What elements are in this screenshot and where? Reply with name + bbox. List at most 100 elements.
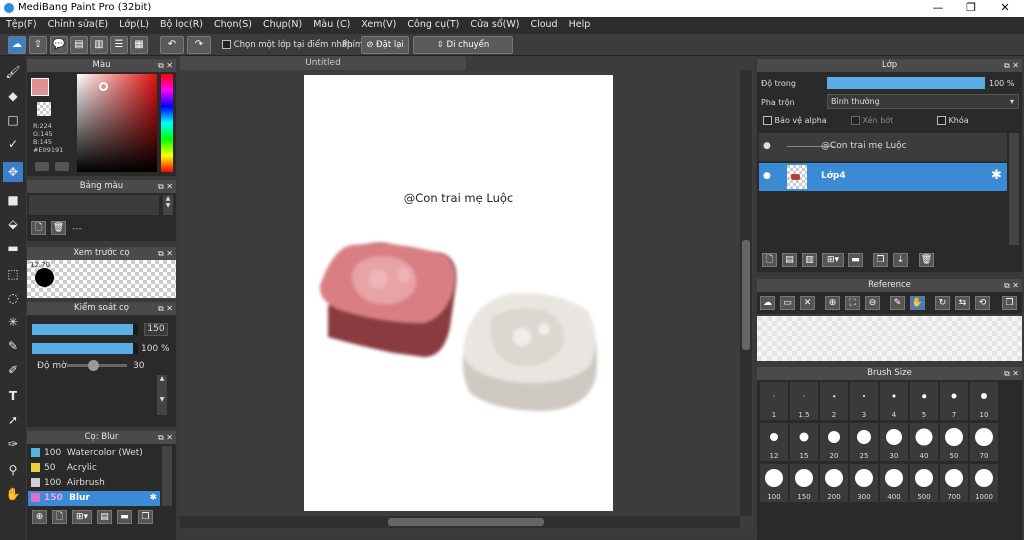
canvas-vertical-scrollbar[interactable]: [740, 70, 752, 516]
panel-close-icon[interactable]: ⧉ ✕: [1004, 59, 1019, 72]
select-eraser-icon[interactable]: ✐: [3, 360, 23, 380]
hue-slider[interactable]: [161, 74, 173, 172]
brush-size-cell[interactable]: 400: [879, 463, 909, 503]
brush-size-cell[interactable]: 15: [789, 422, 819, 462]
trash-icon[interactable]: 🗑: [51, 221, 66, 235]
fill-rect-tool-icon[interactable]: ■: [3, 190, 23, 210]
brush-size-cell[interactable]: 5: [909, 381, 939, 421]
new-layer-icon[interactable]: 🗋: [762, 253, 777, 267]
brush-item-blur[interactable]: 150 Blur ✱: [28, 491, 160, 506]
color-mode-button-2[interactable]: [55, 162, 69, 171]
brush-size-cell[interactable]: 7: [939, 381, 969, 421]
menu-color[interactable]: Màu (C): [307, 17, 355, 30]
fit-icon[interactable]: ⛶: [845, 296, 860, 310]
brush-size-cell[interactable]: 30: [879, 422, 909, 462]
brush-size-cell[interactable]: 1.5: [789, 381, 819, 421]
brush-settings-icon[interactable]: ✱: [149, 491, 157, 506]
text-tool-icon[interactable]: T: [3, 386, 23, 406]
reference-close-icon[interactable]: ✕: [800, 296, 815, 310]
menu-select[interactable]: Chọn(S): [208, 17, 257, 30]
menu-view[interactable]: Xem(V): [355, 17, 401, 30]
brush-size-value[interactable]: 150: [144, 323, 168, 336]
layer-settings-icon[interactable]: ✱: [991, 168, 1002, 183]
panel-close-icon[interactable]: ⧉ ✕: [158, 302, 173, 315]
canvas-horizontal-scrollbar[interactable]: [180, 516, 740, 528]
maximize-button[interactable]: ❐: [956, 0, 986, 17]
blur-slider[interactable]: [67, 360, 127, 371]
correction-tool-icon[interactable]: ✓: [3, 134, 23, 154]
flip-icon[interactable]: ⇆: [955, 296, 970, 310]
blur-slider-handle[interactable]: [87, 360, 99, 371]
brush-size-cell[interactable]: 500: [909, 463, 939, 503]
rotate-icon[interactable]: ↻: [935, 296, 950, 310]
alpha-protect-checkbox[interactable]: Bảo vệ alpha: [763, 116, 827, 125]
brush-menu-icon[interactable]: ⊞▾: [72, 510, 92, 524]
menu-tools[interactable]: Công cụ(T): [401, 17, 464, 30]
new-palette-icon[interactable]: 🗋: [31, 221, 46, 235]
lasso-icon[interactable]: ◌: [3, 288, 23, 308]
primary-color-swatch[interactable]: [31, 78, 49, 96]
hand-tool-icon[interactable]: ✋: [3, 484, 23, 504]
gradient-tool-icon[interactable]: ▬: [3, 238, 23, 258]
divide-tool-icon[interactable]: ✑: [3, 434, 23, 454]
eraser-tool-icon[interactable]: ◆: [3, 86, 23, 106]
canvas-tab[interactable]: Untitled: [180, 56, 466, 70]
saturation-value-square[interactable]: [77, 74, 157, 172]
brush-size-cell[interactable]: 70: [969, 422, 999, 462]
magic-wand-icon[interactable]: ✳: [3, 312, 23, 332]
brush-item-acrylic[interactable]: 50 Acrylic: [28, 461, 160, 476]
menu-help[interactable]: Help: [563, 17, 596, 30]
visibility-eye-icon[interactable]: ●: [763, 141, 771, 151]
brush-size-cell[interactable]: 20: [819, 422, 849, 462]
eyedropper-icon[interactable]: ⚲: [3, 460, 23, 480]
select-layer-checkbox[interactable]: Chọn một lớp tại điểm nhấp: [222, 40, 352, 50]
new-layer-3-icon[interactable]: ▥: [802, 253, 817, 267]
redo-icon[interactable]: ↷: [187, 36, 211, 54]
operation-tool-icon[interactable]: ➚: [3, 410, 23, 430]
zoom-in-icon[interactable]: ⊕: [825, 296, 840, 310]
layer-list-scroll[interactable]: [1009, 133, 1019, 245]
menu-filter[interactable]: Bộ lọc(R): [154, 17, 208, 30]
brush-control-scroll[interactable]: ▲ ▼: [157, 375, 167, 415]
folder-icon[interactable]: ▬: [848, 253, 863, 267]
menu-layer[interactable]: Lớp(L): [113, 17, 154, 30]
minimize-button[interactable]: —: [923, 0, 953, 17]
brush-size-cell[interactable]: 700: [939, 463, 969, 503]
document-icon[interactable]: ▥: [90, 36, 108, 54]
undo-icon[interactable]: ↶: [160, 36, 184, 54]
brush-size-cell[interactable]: 4: [879, 381, 909, 421]
brush-copy-icon[interactable]: ❐: [138, 510, 153, 524]
brush-size-cell[interactable]: 200: [819, 463, 849, 503]
reference-canvas[interactable]: [757, 316, 1022, 361]
duplicate-layer-icon[interactable]: ❐: [873, 253, 888, 267]
chat-icon[interactable]: 💬: [50, 36, 68, 54]
eyedropper-icon[interactable]: ✎: [890, 296, 905, 310]
brush-size-cell[interactable]: 150: [789, 463, 819, 503]
close-button[interactable]: ✕: [990, 0, 1020, 17]
brush-size-cell[interactable]: 25: [849, 422, 879, 462]
layer-row-selected[interactable]: ● Lớp4 ✱: [759, 163, 1007, 191]
hand-icon[interactable]: ✋: [910, 296, 925, 310]
move-tool-icon[interactable]: ✥: [3, 162, 23, 182]
clipping-checkbox[interactable]: Xén bớt: [851, 116, 893, 125]
bucket-tool-icon[interactable]: ⬙: [3, 214, 23, 234]
layer-opacity-slider[interactable]: [827, 77, 985, 89]
palette-scroll[interactable]: ▲ ▼: [163, 195, 173, 215]
brush-size-cell[interactable]: 300: [849, 463, 879, 503]
menu-cloud[interactable]: Cloud: [524, 17, 562, 30]
move-hv-button[interactable]: ⇳ Di chuyển ngang/dọc: [413, 36, 513, 66]
brush-doc-icon[interactable]: ▤: [97, 510, 112, 524]
secondary-color-swatch[interactable]: [37, 102, 51, 116]
share-icon[interactable]: ⇪: [29, 36, 47, 54]
opacity-slider[interactable]: [32, 343, 138, 354]
reference-cloud-icon[interactable]: ☁: [760, 296, 775, 310]
visibility-eye-icon[interactable]: ●: [763, 171, 771, 181]
brush-size-cell[interactable]: 100: [759, 463, 789, 503]
reset-view-icon[interactable]: ⟲: [975, 296, 990, 310]
brush-item-watercolor[interactable]: 100 Watercolor (Wet): [28, 446, 160, 461]
brush-size-cell[interactable]: 40: [909, 422, 939, 462]
reset-button[interactable]: ⊘ Đặt lại: [361, 36, 409, 54]
add-brush-icon[interactable]: ⊕: [32, 510, 47, 524]
blend-mode-select[interactable]: Bình thường ▾: [827, 94, 1019, 109]
brush-size-cell[interactable]: 12: [759, 422, 789, 462]
